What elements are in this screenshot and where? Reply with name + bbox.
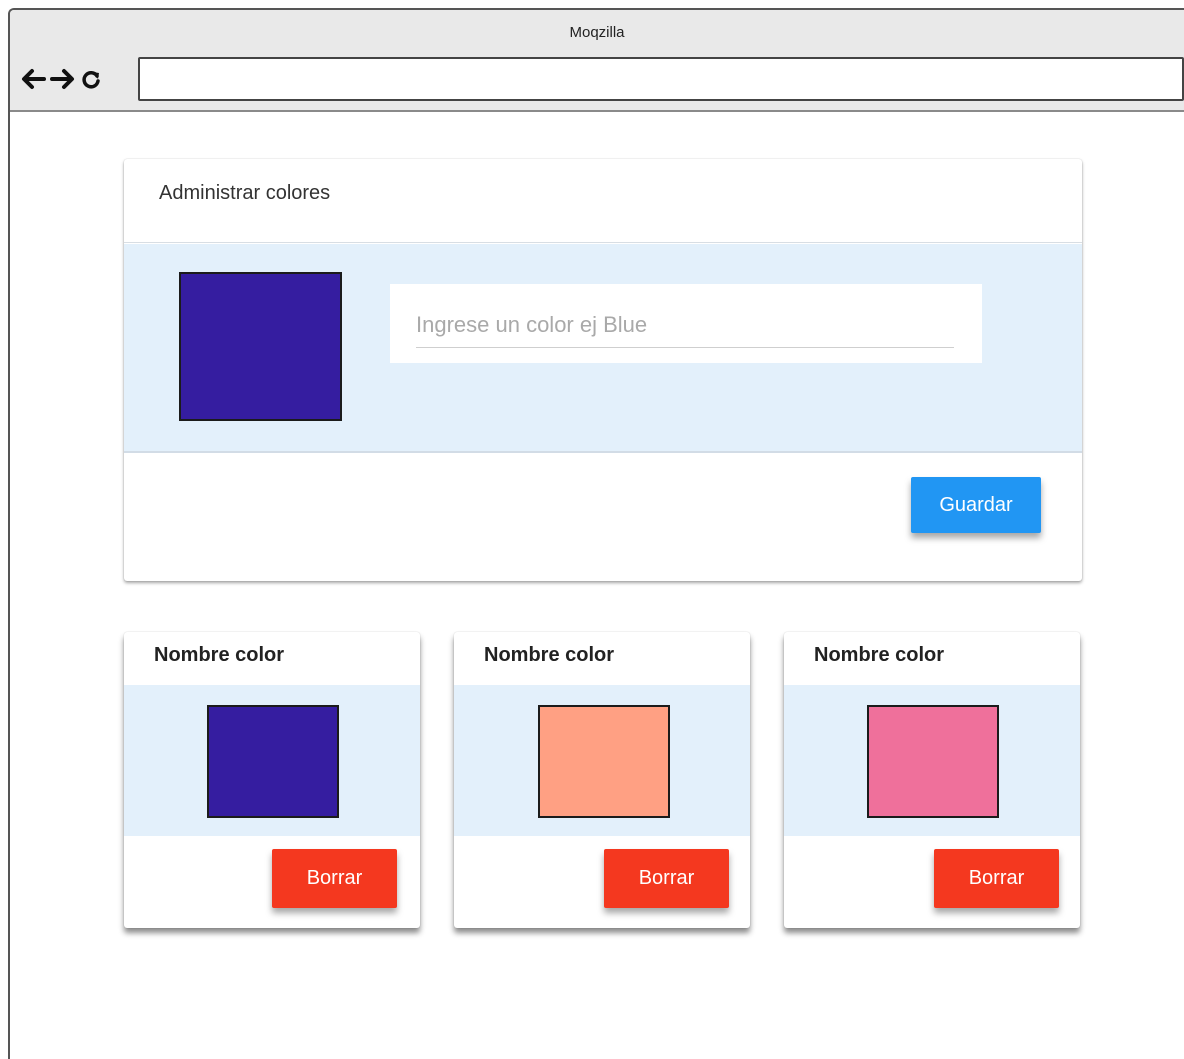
color-input-container: [390, 284, 982, 363]
color-card-body: [454, 685, 750, 836]
reload-icon[interactable]: [80, 68, 102, 90]
window-title: Moqzilla: [569, 24, 625, 41]
manager-header: Administrar colores: [124, 159, 1082, 243]
color-manager-card: Administrar colores Guardar: [124, 159, 1082, 581]
color-card: Nombre color Borrar: [124, 632, 420, 928]
color-swatch: [538, 705, 670, 818]
browser-nav: [20, 64, 102, 94]
manager-title: Administrar colores: [159, 182, 331, 204]
color-card-body: [784, 685, 1080, 836]
color-swatch: [207, 705, 339, 818]
color-input[interactable]: [416, 302, 954, 348]
browser-titlebar: Moqzilla: [10, 10, 1184, 112]
color-name: Nombre color: [814, 644, 945, 666]
back-arrow-icon[interactable]: [20, 68, 46, 90]
color-name: Nombre color: [484, 644, 615, 666]
color-card: Nombre color Borrar: [454, 632, 750, 928]
save-button[interactable]: Guardar: [911, 477, 1041, 533]
color-swatch: [867, 705, 999, 818]
color-name: Nombre color: [154, 644, 285, 666]
manager-body: [124, 244, 1082, 453]
forward-arrow-icon[interactable]: [50, 68, 76, 90]
color-card-body: [124, 685, 420, 836]
delete-button[interactable]: Borrar: [604, 849, 729, 908]
delete-button[interactable]: Borrar: [272, 849, 397, 908]
color-card: Nombre color Borrar: [784, 632, 1080, 928]
color-preview-swatch: [179, 272, 342, 421]
delete-button[interactable]: Borrar: [934, 849, 1059, 908]
address-bar[interactable]: [138, 57, 1184, 101]
